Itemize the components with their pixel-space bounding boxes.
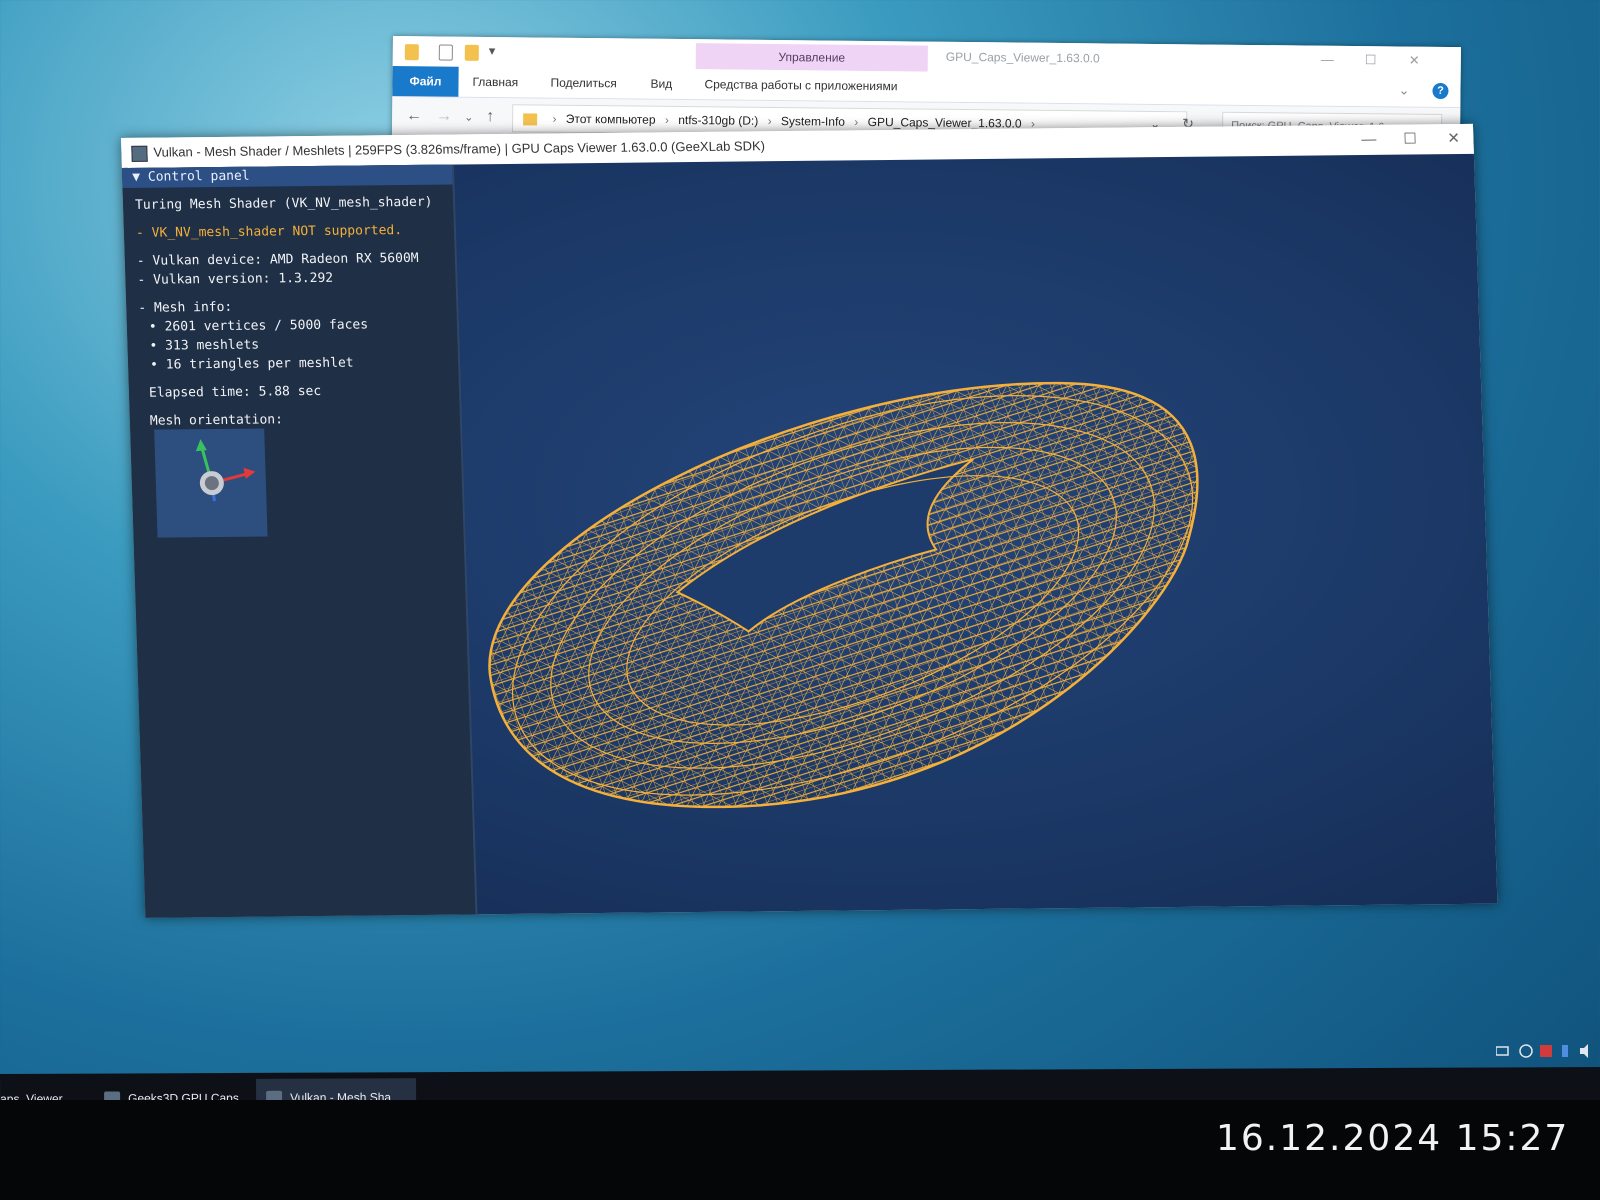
close-icon[interactable]: ✕ (1447, 124, 1461, 154)
vulkan-version-text: - Vulkan version: 1.3.292 (137, 270, 334, 288)
explorer-window-title: GPU_Caps_Viewer_1.63.0.0 (945, 49, 1100, 66)
control-panel: ▼ Control panel Turing Mesh Shader (VK_N… (121, 164, 478, 918)
panel-title: Turing Mesh Shader (VK_NV_mesh_shader) (134, 194, 433, 213)
tab-app-tools[interactable]: Средства работы с приложениями (704, 77, 897, 93)
mesh-vertices-text: • 2601 vertices / 5000 faces (148, 317, 369, 335)
vulkan-render-area: ▼ Control panel Turing Mesh Shader (VK_N… (121, 153, 1498, 918)
ribbon-collapse-icon[interactable]: ⌄ (1398, 83, 1409, 99)
properties-icon[interactable] (438, 44, 453, 61)
address-folder-icon (523, 113, 538, 126)
breadcrumb-system-info[interactable]: System-Info (781, 114, 845, 129)
app-tray-icon (1540, 1045, 1552, 1057)
chevron-right-icon: › (664, 112, 669, 127)
chevron-right-icon: › (767, 113, 772, 128)
warning-text: - VK_NV_mesh_shader NOT supported. (135, 223, 403, 241)
vulkan-mesh-shader-window: Vulkan - Mesh Shader / Meshlets | 259FPS… (121, 123, 1498, 918)
folder-icon[interactable] (404, 44, 419, 61)
tab-home[interactable]: Главная (472, 75, 518, 89)
volume-icon (1580, 1044, 1588, 1058)
control-panel-header[interactable]: ▼ Control panel (121, 164, 453, 188)
vulkan-device-text: - Vulkan device: AMD Radeon RX 5600M (136, 250, 419, 269)
torus-wireframe (480, 381, 1208, 810)
maximize-icon[interactable]: ☐ (1365, 52, 1377, 68)
network-icon (1519, 1044, 1533, 1058)
maximize-icon[interactable]: ☐ (1403, 124, 1417, 154)
close-icon[interactable]: ✕ (1409, 53, 1420, 69)
mesh-info-label: - Mesh info: (138, 299, 233, 316)
up-arrow-icon[interactable]: ↑ (486, 108, 494, 126)
battery-icon (1495, 1046, 1509, 1056)
minimize-icon[interactable]: — (1321, 52, 1334, 67)
photo-timestamp: 16.12.2024 15:27 (1216, 1118, 1570, 1159)
system-tray (1495, 1042, 1596, 1064)
bluetooth-icon (1562, 1045, 1568, 1057)
mesh-triangles-text: • 16 triangles per meshlet (149, 355, 354, 373)
tab-file[interactable]: Файл (392, 65, 459, 97)
elapsed-time-text: Elapsed time: 5.88 sec (148, 383, 322, 401)
back-arrow-icon[interactable]: ← (406, 107, 422, 125)
forward-arrow-icon[interactable]: → (436, 107, 452, 125)
mesh-orientation-label: Mesh orientation: (149, 412, 284, 429)
chevron-right-icon: › (552, 111, 557, 126)
mesh-meshlets-text: • 313 meshlets (149, 337, 260, 354)
new-folder-icon[interactable] (464, 44, 479, 61)
quick-access-dropdown-icon[interactable]: ▾ (489, 43, 496, 59)
breadcrumb-drive[interactable]: ntfs-310gb (D:) (678, 113, 758, 128)
chevron-right-icon: › (854, 114, 859, 129)
app-icon (131, 145, 148, 162)
tab-view[interactable]: Вид (650, 77, 672, 91)
breadcrumb-this-pc[interactable]: Этот компьютер (566, 112, 656, 127)
3d-viewport[interactable] (454, 154, 1498, 914)
orientation-gizmo[interactable] (154, 428, 268, 538)
tab-share[interactable]: Поделиться (550, 76, 616, 91)
minimize-icon[interactable]: — (1361, 125, 1377, 155)
tab-manage[interactable]: Управление (695, 43, 928, 72)
help-icon[interactable]: ? (1432, 82, 1449, 100)
recent-dropdown-icon[interactable]: ⌄ (464, 111, 473, 124)
